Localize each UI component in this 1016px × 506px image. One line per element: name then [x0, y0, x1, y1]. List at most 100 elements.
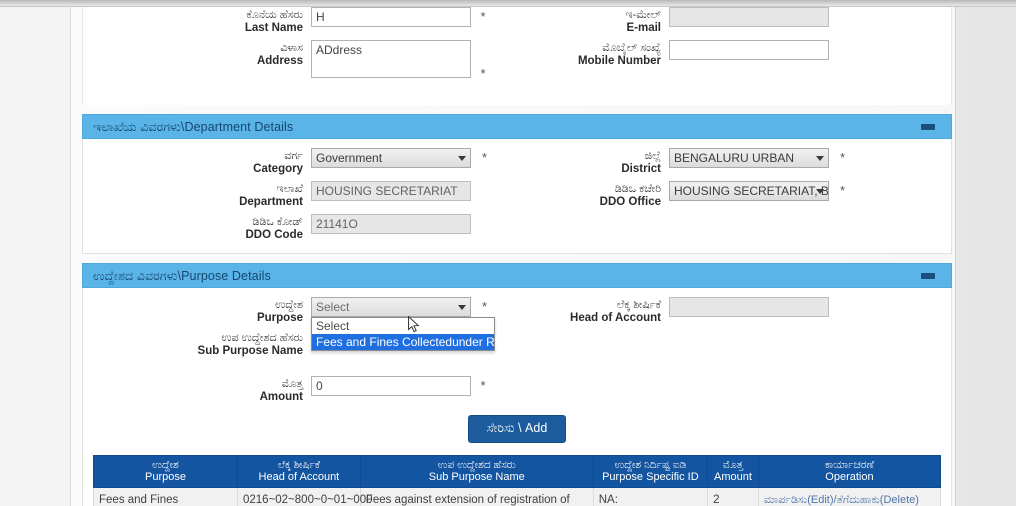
- head-of-account-label: ಲೆಕ್ಕ ಶೀರ್ಷಿಕೆ Head of Account: [517, 297, 669, 324]
- head-of-account-input[interactable]: [669, 297, 829, 317]
- last-name-input[interactable]: [311, 7, 471, 27]
- row-ddo-code: ಡಿಡಿಒ ಕೋಡ್ DDO Code: [83, 214, 951, 243]
- amount-label-kn: ಮೊತ್ತ: [281, 378, 303, 390]
- mobile-label-kn: ಮೊಬೈಲ್ ಸಂಖ್ಯೆ: [602, 42, 661, 54]
- purpose-select[interactable]: Select: [311, 297, 471, 317]
- table-header-row: ಉದ್ದೇಶ Purpose ಲೆಕ್ಕ ಶೀರ್ಷಿಕೆ Head of Ac…: [93, 455, 942, 488]
- row-purpose: ಉದ್ದೇಶ Purpose Select * Select Fees and …: [83, 297, 951, 351]
- purpose-table: ಉದ್ದೇಶ Purpose ಲೆಕ್ಕ ಶೀರ್ಷಿಕೆ Head of Ac…: [93, 455, 942, 506]
- purpose-details-panel: ಉದ್ದೇಶ Purpose Select * Select Fees and …: [82, 288, 952, 506]
- table-row: Fees and Fines Collectedunder RERA 0216~…: [93, 487, 942, 506]
- email-field[interactable]: [669, 7, 829, 27]
- minus-icon[interactable]: [921, 273, 935, 279]
- category-required-mark: *: [482, 150, 488, 165]
- amount-label-en: Amount: [259, 390, 303, 403]
- chevron-down-icon: [816, 189, 824, 194]
- email-label: ಇ-ಮೇಲ್ E-mail: [517, 7, 669, 34]
- mobile-number-input[interactable]: [669, 40, 829, 60]
- table-col-amount-kn: ಮೊತ್ತ: [722, 459, 744, 471]
- department-details-header[interactable]: ಇಲಾಖೆಯ ವಿವರಗಳು\Department Details: [82, 114, 952, 139]
- add-button-row: ಸೇರಿಸು \ Add: [83, 405, 951, 455]
- table-col-op-en: Operation: [825, 471, 874, 483]
- cell-head-of-account: 0216~02~800~0~01~000: [236, 487, 373, 506]
- district-label-en: District: [621, 162, 661, 175]
- last-name-label-kn: ಕೊನೆಯ ಹೆಸರು: [246, 9, 303, 21]
- category-label-en: Category: [253, 162, 303, 175]
- table-col-head-of-account: ಲೆಕ್ಕ ಶೀರ್ಷಿಕೆ Head of Account: [236, 455, 361, 488]
- cell-amount: 2: [707, 487, 759, 506]
- minus-icon[interactable]: [921, 124, 935, 130]
- department-label-en: Department: [239, 195, 303, 208]
- purpose-required-mark: *: [482, 299, 488, 314]
- table-col-amount-en: Amount: [714, 471, 752, 483]
- table-col-purpose-specific-id: ಉದ್ದೇಶ ನಿರ್ದಿಷ್ಟ ಐಡಿ Purpose Specific ID: [592, 455, 709, 488]
- department-details-header-label: ಇಲಾಖೆಯ ವಿವರಗಳು\Department Details: [93, 120, 294, 134]
- address-label: ವಿಳಾಸ Address: [83, 40, 311, 95]
- table-col-purpose-kn: ಉದ್ದೇಶ: [152, 459, 179, 471]
- browser-viewport: ಕೊನೆಯ ಹೆಸರು Last Name * ಇ-ಮೇಲ್ E-mail: [0, 0, 1016, 506]
- department-label: ಇಲಾಖೆ Department: [83, 181, 311, 208]
- amount-label: ಮೊತ್ತ Amount: [83, 376, 311, 403]
- address-textarea[interactable]: ADdress: [311, 40, 471, 78]
- ddo-office-required-mark: *: [840, 183, 846, 198]
- email-label-en: E-mail: [626, 21, 661, 34]
- category-label-kn: ವರ್ಗ: [284, 150, 303, 162]
- ddo-office-label: ಡಿಡಿಒ ಕಚೇರಿ DDO Office: [517, 181, 669, 208]
- district-label-kn: ಜಿಲ್ಲೆ: [644, 150, 661, 162]
- last-name-label: ಕೊನೆಯ ಹೆಸರು Last Name: [83, 7, 311, 34]
- table-col-op-kn: ಕಾರ್ಯಾಚರಣೆ: [824, 459, 875, 471]
- table-col-psid-kn: ಉದ್ದೇಶ ನಿರ್ದಿಷ್ಟ ಐಡಿ: [614, 459, 687, 471]
- table-col-operation: ಕಾರ್ಯಾಚರಣೆ Operation: [757, 455, 942, 488]
- email-label-kn: ಇ-ಮೇಲ್: [625, 9, 661, 21]
- purpose-dropdown-list[interactable]: Select Fees and Fines Collectedunder RER…: [311, 317, 519, 351]
- last-name-label-en: Last Name: [244, 21, 303, 34]
- row-department: ಇಲಾಖೆ Department ಡಿಡಿಒ ಕಚೇರಿ DDO Office: [83, 181, 951, 210]
- row-address: ವಿಳಾಸ Address ADdress * ಮೊಬೈಲ್ ಸಂಖ್ಯೆ Mo…: [83, 40, 951, 95]
- panel-separator-2: [82, 254, 952, 263]
- row-amount: ಮೊತ್ತ Amount *: [83, 376, 951, 405]
- department-label-kn: ಇಲಾಖೆ: [276, 183, 303, 195]
- purpose-details-header-label: ಉದ್ದೇಶದ ವಿವರಗಳು\Purpose Details: [93, 269, 271, 283]
- district-select-value: BENGALURU URBAN: [674, 151, 795, 165]
- purpose-label-en: Purpose: [256, 311, 303, 324]
- purpose-table-wrap: ಉದ್ದೇಶ Purpose ಲೆಕ್ಕ ಶೀರ್ಷಿಕೆ Head of Ac…: [83, 455, 951, 506]
- purpose-select-value: Select: [316, 300, 350, 314]
- department-input[interactable]: [311, 181, 471, 201]
- department-details-panel: ವರ್ಗ Category Government * ಜಿಲ್ಲೆ Distri…: [82, 139, 952, 254]
- address-label-kn: ವಿಳಾಸ: [280, 42, 303, 54]
- district-select[interactable]: BENGALURU URBAN: [669, 148, 829, 168]
- ddo-code-input[interactable]: [311, 214, 471, 234]
- row-last-name: ಕೊನೆಯ ಹೆಸರು Last Name * ಇ-ಮೇಲ್ E-mail: [83, 7, 951, 36]
- category-label: ವರ್ಗ Category: [83, 148, 311, 175]
- edit-delete-link[interactable]: ಮಾರ್ಪಡಿಸು(Edit)/ತೆಗೆದುಹಾಕು(Delete): [764, 494, 919, 506]
- category-select-value: Government: [316, 151, 383, 165]
- chevron-down-icon: [816, 156, 824, 161]
- ddo-code-label: ಡಿಡಿಒ ಕೋಡ್ DDO Code: [83, 214, 311, 241]
- head-of-account-label-kn: ಲೆಕ್ಕ ಶೀರ್ಷಿಕೆ: [616, 299, 661, 311]
- cell-purpose: Fees and Fines Collectedunder RERA: [93, 487, 238, 506]
- category-select[interactable]: Government: [311, 148, 471, 168]
- window-chrome-strip: [0, 0, 1016, 7]
- form-content: ಕೊನೆಯ ಹೆಸರು Last Name * ಇ-ಮೇಲ್ E-mail: [82, 7, 952, 506]
- purpose-option-1[interactable]: Fees and Fines Collectedunder RERA: [312, 334, 519, 350]
- district-required-mark: *: [840, 150, 846, 165]
- amount-input[interactable]: [311, 376, 471, 396]
- purpose-label-kn: ಉದ್ದೇಶ: [275, 299, 303, 311]
- cell-sub-purpose: Fees against extension of registration o…: [359, 487, 594, 506]
- cell-operation: ಮಾರ್ಪಡಿಸು(Edit)/ತೆಗೆದುಹಾಕು(Delete): [757, 487, 942, 506]
- ddo-office-label-en: DDO Office: [599, 195, 661, 208]
- sub-purpose-label: ಉಪ ಉದ್ದೇಶದ ಹೆಸರು Sub Purpose Name: [83, 330, 311, 357]
- table-col-purpose: ಉದ್ದೇಶ Purpose: [93, 455, 238, 488]
- ddo-code-label-kn: ಡಿಡಿಒ ಕೋಡ್: [252, 216, 303, 228]
- ddo-office-select[interactable]: HOUSING SECRETARIAT, BANGA: [669, 181, 829, 201]
- personal-details-panel: ಕೊನೆಯ ಹೆಸರು Last Name * ಇ-ಮೇಲ್ E-mail: [82, 7, 952, 105]
- purpose-option-0[interactable]: Select: [312, 318, 494, 334]
- row-category: ವರ್ಗ Category Government * ಜಿಲ್ಲೆ Distri…: [83, 148, 951, 177]
- table-col-psid-en: Purpose Specific ID: [602, 471, 699, 483]
- chevron-down-icon: [458, 156, 466, 161]
- purpose-details-header[interactable]: ಉದ್ದೇಶದ ವಿವರಗಳು\Purpose Details: [82, 263, 952, 288]
- add-button[interactable]: ಸೇರಿಸು \ Add: [467, 415, 567, 443]
- table-col-sub-kn: ಉಪ ಉದ್ದೇಶದ ಹೆಸರು: [437, 459, 516, 471]
- table-col-sub-purpose: ಉಪ ಉದ್ದೇಶದ ಹೆಸರು Sub Purpose Name: [359, 455, 594, 488]
- chevron-down-icon: [458, 305, 466, 310]
